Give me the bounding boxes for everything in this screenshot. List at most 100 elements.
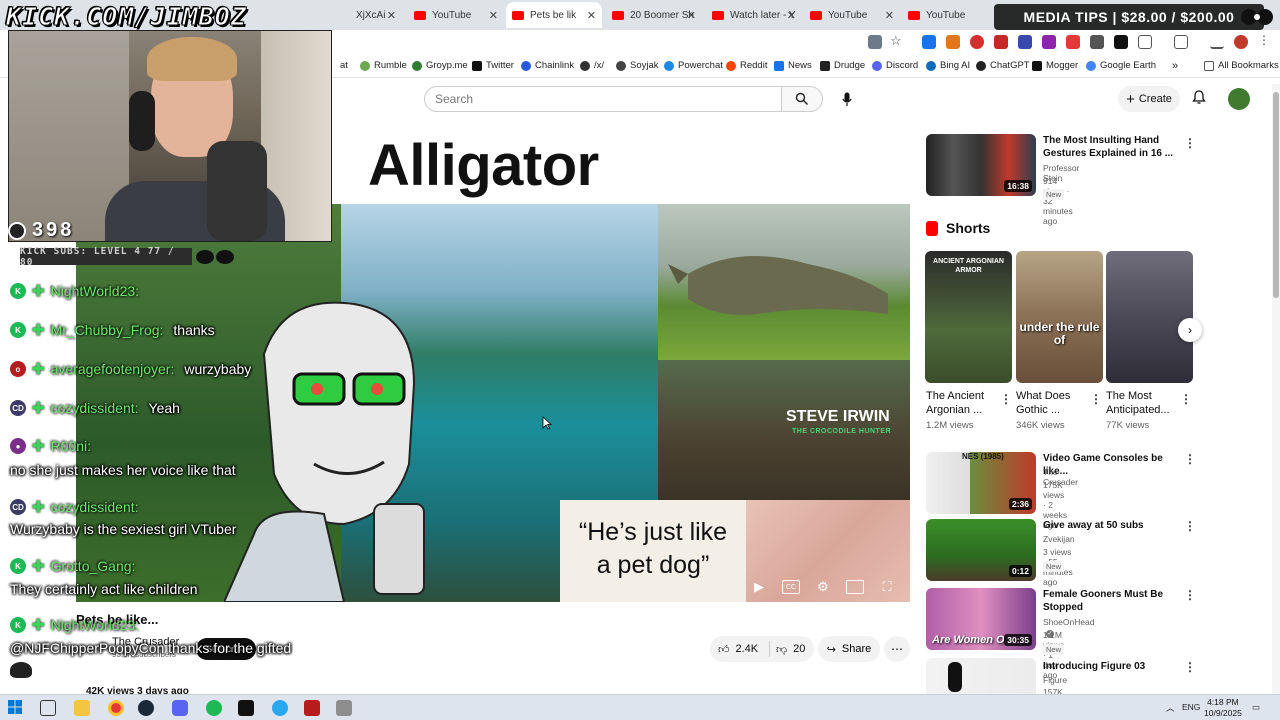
short-thumbnail[interactable]: ANCIENT ARGONIAN ARMOR — [925, 251, 1012, 383]
short-title[interactable]: The Most Anticipated... — [1106, 389, 1186, 417]
bookmark-mogger[interactable]: Mogger — [1032, 60, 1078, 71]
settings-gear-icon[interactable]: ⚙ — [814, 579, 832, 594]
short-menu-icon[interactable]: ⋮ — [1000, 392, 1012, 406]
all-bookmarks-button[interactable]: All Bookmarks — [1204, 60, 1279, 71]
short-thumbnail[interactable] — [1106, 251, 1193, 383]
bookmark-reddit[interactable]: Reddit — [726, 60, 767, 71]
short-menu-icon[interactable]: ⋮ — [1180, 392, 1192, 406]
video-thumbnail[interactable]: 0:12 — [926, 519, 1036, 581]
bookmark-powerchat[interactable]: Powerchat — [664, 60, 723, 71]
browser-tab[interactable]: 20 Boomer Sh ✕ — [606, 2, 702, 28]
captions-icon[interactable]: CC — [782, 580, 800, 594]
extension-icon[interactable] — [1042, 35, 1056, 49]
video-thumbnail[interactable]: 16:38 — [926, 134, 1036, 196]
video-menu-icon[interactable]: ⋮ — [1184, 452, 1196, 466]
channel-name[interactable]: Figure — [1043, 675, 1067, 685]
adblock-icon[interactable] — [970, 35, 984, 49]
autoplay-toggle-icon[interactable]: ▶ — [750, 579, 768, 594]
file-explorer-icon[interactable] — [74, 700, 90, 716]
scrollbar-thumb[interactable] — [1273, 92, 1279, 298]
short-menu-icon[interactable]: ⋮ — [1090, 392, 1102, 406]
bookmark-discord[interactable]: Discord — [872, 60, 918, 71]
video-thumbnail[interactable]: Are Women O 30:35 — [926, 588, 1036, 650]
taskbar-clock[interactable]: 4:18 PM 10/9/2025 — [1204, 697, 1242, 719]
bookmark-chatgpt[interactable]: ChatGPT — [976, 60, 1030, 71]
close-tab-icon[interactable]: ✕ — [489, 9, 498, 22]
extensions-puzzle-icon[interactable] — [1138, 35, 1152, 49]
close-tab-icon[interactable]: ✕ — [587, 9, 596, 22]
tray-overflow-icon[interactable]: ︿ — [1166, 702, 1175, 714]
theater-mode-icon[interactable] — [846, 580, 864, 594]
browser-tab-active[interactable]: Pets be lik ✕ — [506, 2, 602, 28]
close-tab-icon[interactable]: ✕ — [787, 9, 796, 22]
video-thumbnail[interactable] — [926, 658, 1036, 694]
notifications-bell-icon[interactable] — [1192, 90, 1206, 108]
video-menu-icon[interactable]: ⋮ — [1184, 519, 1196, 533]
bookmark-bing-ai[interactable]: Bing AI — [926, 60, 970, 71]
video-title[interactable]: Introducing Figure 03 — [1043, 660, 1179, 673]
bookmark-x[interactable]: /x/ — [580, 60, 604, 71]
extension-icon[interactable] — [1018, 35, 1032, 49]
video-menu-icon[interactable]: ⋮ — [1184, 660, 1196, 674]
chrome-icon[interactable] — [108, 700, 124, 716]
bookmark-news[interactable]: News — [774, 60, 812, 71]
video-title[interactable]: The Most Insulting Hand Gestures Explain… — [1043, 134, 1179, 160]
bookmark-twitter[interactable]: Twitter — [472, 60, 514, 71]
app-icon[interactable] — [304, 700, 320, 716]
search-button[interactable] — [781, 86, 823, 112]
metamask-icon[interactable] — [946, 35, 960, 49]
bookmark-star-icon[interactable]: ☆ — [890, 33, 904, 48]
short-title[interactable]: What Does Gothic ... — [1016, 389, 1096, 417]
bookmark-rumble[interactable]: Rumble — [360, 60, 407, 71]
video-title[interactable]: Give away at 50 subs — [1043, 519, 1179, 532]
extension-icon[interactable] — [1066, 35, 1080, 49]
extension-icon[interactable] — [922, 35, 936, 49]
install-app-icon[interactable] — [868, 35, 882, 49]
profile-avatar-icon[interactable] — [1234, 35, 1248, 49]
bookmark-item[interactable]: at — [340, 60, 348, 71]
bookmark-google-earth[interactable]: Google Earth — [1086, 60, 1156, 71]
close-tab-icon[interactable]: ✕ — [885, 9, 894, 22]
video-title[interactable]: Female Gooners Must Be Stopped — [1043, 588, 1179, 614]
extension-icon[interactable] — [994, 35, 1008, 49]
more-actions-icon[interactable]: ⋯ — [884, 636, 910, 662]
chrome-menu-icon[interactable]: ⋮ — [1258, 33, 1272, 47]
browser-tab[interactable]: XjXcAi ✕ — [350, 2, 402, 28]
side-panel-icon[interactable] — [1174, 35, 1188, 49]
video-thumbnail[interactable]: NES (1985) 2:36 — [926, 452, 1036, 514]
app-icon[interactable] — [336, 700, 352, 716]
short-thumbnail[interactable]: under the rule of — [1016, 251, 1103, 383]
x-twitter-icon[interactable] — [1114, 35, 1128, 49]
spotify-icon[interactable] — [206, 700, 222, 716]
channel-name[interactable]: Zvekijan — [1043, 534, 1075, 544]
bookmark-soyjak[interactable]: Soyjak — [616, 60, 659, 71]
steam-icon[interactable] — [138, 700, 154, 716]
browser-tab[interactable]: YouTube — [902, 2, 994, 28]
obs-icon[interactable] — [238, 700, 254, 716]
search-input[interactable]: Search — [424, 86, 782, 112]
bookmarks-overflow-icon[interactable]: » — [1172, 60, 1178, 72]
bookmark-groyp[interactable]: Groyp.me — [412, 60, 468, 71]
bookmark-drudge[interactable]: Drudge — [820, 60, 865, 71]
notification-center-icon[interactable]: ▭ — [1252, 702, 1260, 713]
windows-start-icon[interactable] — [8, 700, 24, 716]
extension-icon[interactable] — [1090, 35, 1104, 49]
dislike-button[interactable]: 👎︎ 20 — [770, 643, 805, 656]
create-button[interactable]: + Create — [1118, 86, 1180, 112]
fullscreen-icon[interactable]: ⛶ — [878, 579, 896, 594]
browser-tab[interactable]: YouTube ✕ — [408, 2, 504, 28]
share-button[interactable]: ↪ Share — [818, 636, 880, 662]
account-avatar[interactable] — [1228, 88, 1250, 110]
voice-search-button[interactable] — [836, 88, 858, 110]
browser-tab[interactable]: Watch later - Y ✕ — [706, 2, 802, 28]
close-tab-icon[interactable]: ✕ — [387, 9, 396, 22]
video-menu-icon[interactable]: ⋮ — [1184, 136, 1196, 150]
like-button[interactable]: 👍︎ 2.4K — [710, 641, 770, 657]
telegram-icon[interactable] — [272, 700, 288, 716]
browser-tab[interactable]: YouTube ✕ — [804, 2, 900, 28]
short-title[interactable]: The Ancient Argonian ... — [926, 389, 1006, 417]
close-tab-icon[interactable]: ✕ — [687, 9, 696, 22]
bookmark-chainlink[interactable]: Chainlink — [521, 60, 574, 71]
shorts-next-arrow-icon[interactable]: › — [1178, 318, 1202, 342]
task-view-icon[interactable] — [40, 700, 56, 716]
